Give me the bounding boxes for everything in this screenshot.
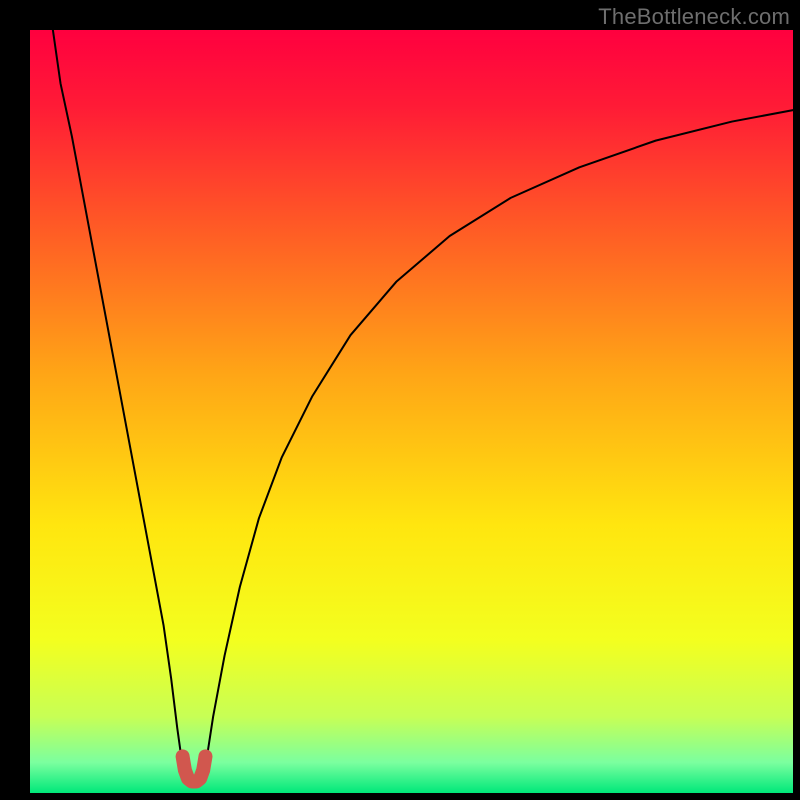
plot-background: [30, 30, 793, 793]
attribution-label: TheBottleneck.com: [598, 4, 790, 30]
bottleneck-curve-chart: [0, 0, 800, 800]
chart-container: TheBottleneck.com: [0, 0, 800, 800]
